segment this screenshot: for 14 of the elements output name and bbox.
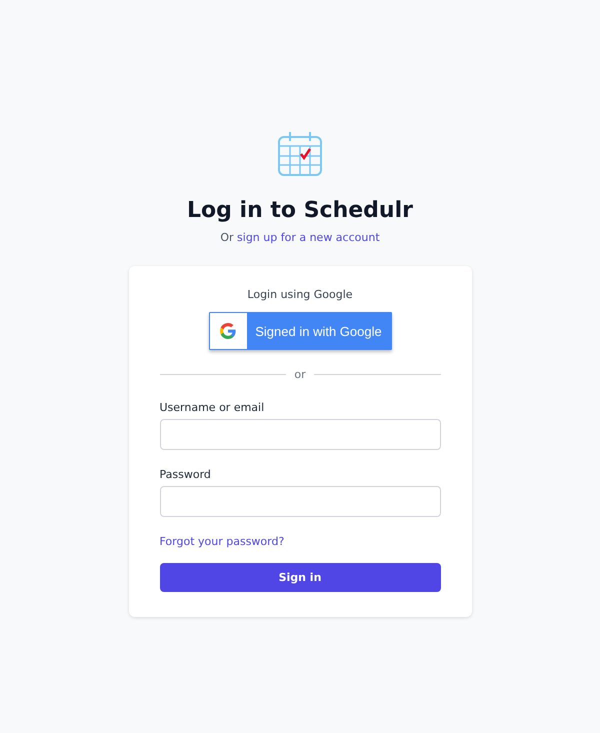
- google-icon: [220, 323, 236, 339]
- signup-prompt: Or sign up for a new account: [220, 231, 380, 244]
- divider-text: or: [294, 368, 306, 381]
- calendar-icon: [276, 130, 324, 178]
- input-field[interactable]: [160, 419, 440, 450]
- sign-in-button[interactable]: Sign in: [160, 563, 440, 592]
- input-field[interactable]: [160, 486, 440, 517]
- forgot-password-link[interactable]: Forgot your password?: [160, 535, 440, 548]
- field-label: Password: [160, 468, 212, 481]
- google-signin-button[interactable]: Signed in with Google: [208, 312, 392, 350]
- signup-link[interactable]: sign up for a new account: [237, 231, 380, 244]
- field-label: Username or email: [160, 401, 266, 414]
- page-title: Log in to Schedulr: [187, 197, 413, 225]
- google-label: Login using Google: [246, 288, 354, 301]
